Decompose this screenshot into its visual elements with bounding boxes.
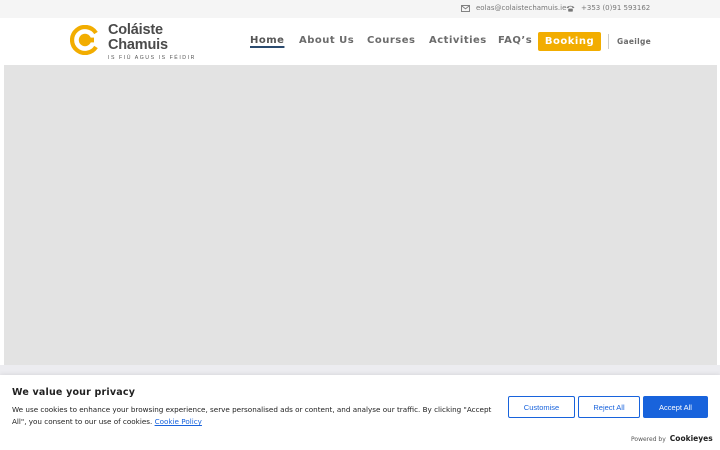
top-contact-bar: eolas@colaistechamuis.ie +353 (0)91 5931… (0, 0, 720, 18)
cookie-consent-banner: We value your privacy We use cookies to … (0, 375, 720, 450)
booking-button[interactable]: Booking (538, 32, 601, 51)
accept-all-button[interactable]: Accept All (643, 396, 708, 418)
cookie-policy-link[interactable]: Cookie Policy (155, 417, 202, 426)
reject-all-button[interactable]: Reject All (578, 396, 640, 418)
nav-home[interactable]: Home (250, 35, 284, 46)
nav-courses[interactable]: Courses (367, 35, 415, 46)
email-text[interactable]: eolas@colaistechamuis.ie (476, 4, 566, 12)
envelope-icon (461, 4, 470, 12)
logo-mark-icon (70, 24, 100, 59)
phone-contact[interactable]: +353 (0)91 593162 (566, 4, 650, 12)
site-logo[interactable]: Coláiste Chamuis IS FIÚ AGUS IS FÉIDIR (70, 22, 220, 61)
cookieyes-logo[interactable]: Cookieyes (670, 434, 713, 443)
email-contact[interactable]: eolas@colaistechamuis.ie (461, 4, 566, 12)
powered-by[interactable]: Powered by Cookieyes (631, 434, 713, 443)
phone-icon (566, 5, 575, 12)
section-strip (0, 365, 720, 375)
powered-by-label: Powered by (631, 436, 666, 443)
cookie-description: We use cookies to enhance your browsing … (12, 404, 502, 428)
nav-activities[interactable]: Activities (429, 35, 487, 46)
cookie-text: We use cookies to enhance your browsing … (12, 405, 492, 426)
nav-about-us[interactable]: About Us (299, 35, 354, 46)
phone-text[interactable]: +353 (0)91 593162 (581, 4, 650, 12)
nav-faqs[interactable]: FAQ’s (498, 35, 532, 46)
hero-image-area (4, 65, 717, 365)
customise-button[interactable]: Customise (508, 396, 575, 418)
logo-tagline: IS FIÚ AGUS IS FÉIDIR (108, 54, 196, 61)
nav-divider (608, 34, 609, 49)
page: eolas@colaistechamuis.ie +353 (0)91 5931… (0, 0, 720, 450)
language-switch[interactable]: Gaeilge (617, 37, 651, 46)
site-header: Coláiste Chamuis IS FIÚ AGUS IS FÉIDIR H… (0, 18, 720, 65)
logo-name: Coláiste Chamuis (108, 21, 168, 53)
cookie-title: We value your privacy (12, 387, 136, 398)
logo-text: Coláiste Chamuis IS FIÚ AGUS IS FÉIDIR (108, 21, 220, 62)
